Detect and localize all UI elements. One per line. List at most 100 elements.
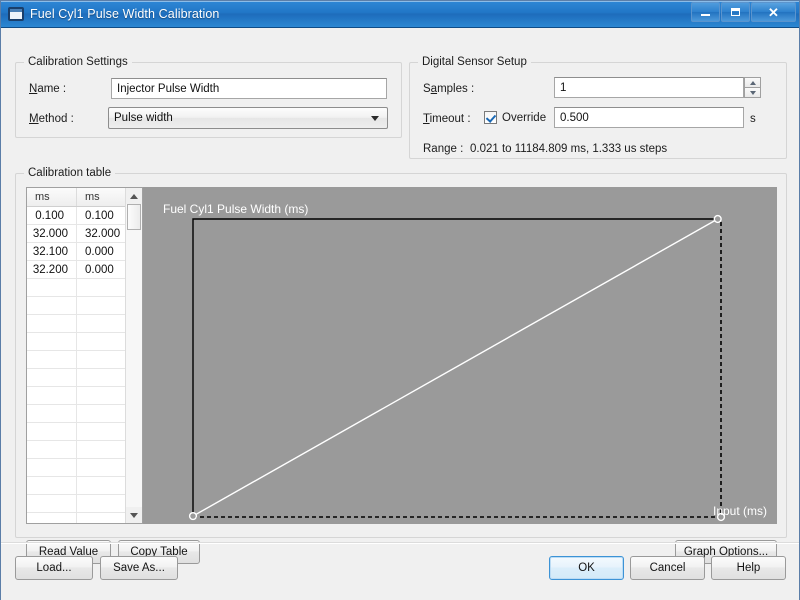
table-cell[interactable]: [27, 333, 76, 350]
table-row[interactable]: 0.100 0.100: [27, 207, 125, 225]
table-cell[interactable]: [76, 423, 125, 440]
title-bar[interactable]: Fuel Cyl1 Pulse Width Calibration ✕: [1, 1, 799, 28]
table-cell[interactable]: [76, 387, 125, 404]
table-cell[interactable]: [27, 351, 76, 368]
timeout-input[interactable]: 0.500: [554, 107, 744, 128]
override-label: Override: [502, 111, 547, 124]
window-controls: ✕: [691, 2, 796, 22]
table-cell[interactable]: [76, 405, 125, 422]
table-cell[interactable]: 32.200: [27, 261, 76, 278]
table-cell[interactable]: [27, 297, 76, 314]
table-header-cell-1: ms: [76, 188, 125, 206]
scrollbar-thumb[interactable]: [127, 204, 141, 230]
table-vertical-scrollbar[interactable]: [125, 188, 142, 523]
scrollbar-track[interactable]: [126, 204, 142, 507]
table-cell[interactable]: 0.000: [76, 243, 125, 260]
range-value: 0.021 to 11184.809 ms, 1.333 us steps: [470, 143, 668, 155]
load-button[interactable]: Load...: [15, 556, 93, 580]
table-cell[interactable]: [27, 495, 76, 512]
data-line: [192, 218, 719, 517]
table-header-cell-0: ms: [35, 191, 50, 203]
scroll-down-button[interactable]: [126, 507, 142, 523]
data-point-marker[interactable]: [713, 214, 722, 224]
samples-spinner[interactable]: [744, 77, 761, 98]
table-row[interactable]: 32.200 0.000: [27, 261, 125, 279]
calibration-grid: ms ms 0.100 0.100 32.000 32.000 32.100 0.000 3…: [27, 188, 125, 523]
override-checkbox-row[interactable]: Override: [484, 111, 546, 124]
close-button[interactable]: ✕: [751, 2, 796, 22]
calibration-table-title: Calibration table: [24, 167, 116, 179]
table-cell[interactable]: [27, 279, 76, 296]
table-row[interactable]: [27, 513, 125, 523]
table-row[interactable]: [27, 333, 125, 351]
maximize-button[interactable]: [721, 2, 750, 22]
table-cell[interactable]: 0.100: [76, 207, 125, 224]
table-row[interactable]: [27, 315, 125, 333]
samples-input[interactable]: 1: [554, 77, 744, 98]
calibration-settings-group: Calibration Settings Name : Injector Pul…: [15, 56, 402, 138]
table-row[interactable]: [27, 477, 125, 495]
calibration-graph[interactable]: Fuel Cyl1 Pulse Width (ms) Input (ms): [143, 187, 777, 524]
override-checkbox[interactable]: [484, 111, 497, 124]
window-title: Fuel Cyl1 Pulse Width Calibration: [30, 7, 220, 21]
table-row[interactable]: [27, 387, 125, 405]
table-cell[interactable]: 32.000: [76, 225, 125, 242]
scroll-up-icon: [130, 193, 138, 199]
table-cell[interactable]: [76, 369, 125, 386]
table-row[interactable]: 32.000 32.000: [27, 225, 125, 243]
table-cell[interactable]: [76, 441, 125, 458]
table-cell[interactable]: [27, 387, 76, 404]
graph-plot: [188, 214, 726, 522]
table-cell[interactable]: [76, 279, 125, 296]
cancel-button[interactable]: Cancel: [630, 556, 705, 580]
table-row[interactable]: [27, 459, 125, 477]
table-cell[interactable]: [27, 441, 76, 458]
table-row[interactable]: [27, 351, 125, 369]
table-cell[interactable]: [76, 477, 125, 494]
ok-button[interactable]: OK: [549, 556, 624, 580]
table-row[interactable]: [27, 441, 125, 459]
triangle-down-icon: [749, 90, 756, 95]
table-cell[interactable]: [27, 405, 76, 422]
table-cell[interactable]: [76, 315, 125, 332]
samples-spinner-up[interactable]: [744, 77, 761, 88]
minimize-button[interactable]: [691, 2, 720, 22]
table-cell[interactable]: 0.000: [76, 261, 125, 278]
calibration-table[interactable]: ms ms 0.100 0.100 32.000 32.000 32.100 0.000 3…: [26, 187, 143, 524]
maximize-icon: [731, 8, 740, 16]
samples-spinner-down[interactable]: [744, 88, 761, 98]
table-cell[interactable]: 0.100: [27, 207, 76, 224]
table-row[interactable]: [27, 369, 125, 387]
method-label: Method :: [29, 113, 74, 125]
scroll-down-icon: [130, 512, 138, 518]
table-cell[interactable]: [27, 459, 76, 476]
table-cell[interactable]: 32.100: [27, 243, 76, 260]
table-cell[interactable]: [76, 351, 125, 368]
table-row[interactable]: [27, 423, 125, 441]
table-row[interactable]: [27, 495, 125, 513]
calibration-table-group: Calibration table ms ms 0.100 0.100 32.000…: [15, 167, 787, 564]
table-cell[interactable]: [27, 423, 76, 440]
data-point-marker[interactable]: [188, 511, 198, 521]
table-row[interactable]: [27, 405, 125, 423]
table-row[interactable]: [27, 297, 125, 315]
save-as-button[interactable]: Save As...: [100, 556, 178, 580]
table-cell[interactable]: [76, 495, 125, 512]
table-cell[interactable]: [76, 333, 125, 350]
table-cell[interactable]: [76, 297, 125, 314]
table-row[interactable]: 32.100 0.000: [27, 243, 125, 261]
table-body: 0.100 0.100 32.000 32.000 32.100 0.000 32.200 0…: [27, 207, 125, 523]
table-cell[interactable]: [27, 477, 76, 494]
table-cell[interactable]: [76, 513, 125, 523]
table-cell[interactable]: [76, 459, 125, 476]
minimize-icon: [701, 13, 710, 16]
table-row[interactable]: [27, 279, 125, 297]
table-cell[interactable]: [27, 369, 76, 386]
name-input[interactable]: Injector Pulse Width: [111, 78, 387, 99]
table-cell[interactable]: 32.000: [27, 225, 76, 242]
scroll-up-button[interactable]: [126, 188, 142, 204]
method-combobox[interactable]: Pulse width: [108, 107, 388, 129]
help-button[interactable]: Help: [711, 556, 786, 580]
table-cell[interactable]: [27, 513, 76, 523]
table-cell[interactable]: [27, 315, 76, 332]
